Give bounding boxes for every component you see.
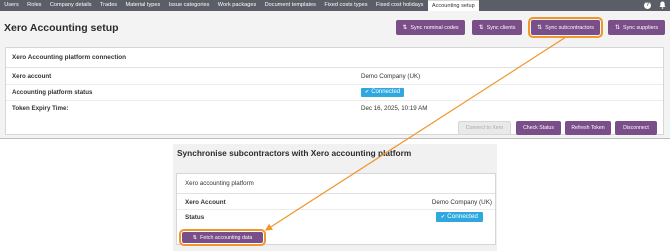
sync-arrows-icon: ⇅	[537, 25, 543, 31]
page-title: Xero Accounting setup	[4, 22, 119, 34]
tab-material-types[interactable]: Material types	[121, 0, 164, 11]
check-icon: ✔	[365, 88, 370, 95]
tab-trades[interactable]: Trades	[96, 0, 122, 11]
tab-issue-categories[interactable]: Issue categories	[165, 0, 214, 11]
check-status-button[interactable]: Check Status	[516, 121, 561, 135]
check-icon: ✔	[440, 214, 446, 221]
sync-arrows-icon: ⇅	[478, 25, 484, 31]
row-label: Accounting platform status	[12, 89, 93, 96]
bell-icon[interactable]	[655, 0, 670, 11]
row-value: Demo Company (UK)	[431, 199, 492, 206]
settings-nav-bar: Users Roles Company details Trades Mater…	[0, 0, 670, 11]
row-value: Demo Company (UK)	[361, 73, 421, 80]
sync-subcontractors-button[interactable]: ⇅ Sync subcontractors	[528, 17, 603, 38]
accounting-setup-screen: Users Roles Company details Trades Mater…	[0, 0, 670, 139]
token-expiry-row: Token Expiry Time: Dec 16, 2025, 10:19 A…	[6, 101, 663, 117]
card-heading: Xero accounting platform	[177, 174, 495, 194]
sync-arrows-icon: ⇅	[402, 25, 408, 31]
tab-fixed-cost-holidays[interactable]: Fixed cost holidays	[372, 0, 428, 11]
row-label: Xero Account	[185, 199, 226, 206]
row-value: Dec 16, 2025, 10:19 AM	[361, 105, 428, 112]
page-title: Synchronise subcontractors with Xero acc…	[177, 148, 412, 158]
sync-suppliers-button[interactable]: ⇅ Sync suppliers	[608, 20, 665, 35]
card-heading: Xero Accounting platform connection	[6, 48, 663, 68]
xero-account-row: Xero Account Demo Company (UK)	[177, 195, 495, 210]
sync-arrows-icon: ⇅	[192, 234, 198, 241]
refresh-token-button[interactable]: Refresh Token	[565, 121, 611, 135]
tab-work-packages[interactable]: Work packages	[214, 0, 261, 11]
tab-accounting-setup[interactable]: Accounting setup	[427, 0, 479, 11]
status-badge: ✔ Connected	[361, 87, 405, 97]
tab-fixed-costs-types[interactable]: Fixed costs types	[320, 0, 372, 11]
row-label: Status	[185, 214, 205, 221]
row-label: Token Expiry Time:	[12, 105, 69, 112]
platform-status-row: Accounting platform status ✔ Connected	[6, 85, 663, 101]
disconnect-button[interactable]: Disconnect	[615, 121, 657, 135]
xero-account-row: Xero account Demo Company (UK)	[6, 69, 663, 85]
tab-roles[interactable]: Roles	[23, 0, 46, 11]
sync-arrows-icon: ⇅	[614, 25, 620, 31]
question-circle-icon[interactable]: ?	[640, 0, 655, 11]
tab-users[interactable]: Users	[0, 0, 23, 11]
sync-nominal-codes-button[interactable]: ⇅ Sync nominal codes	[396, 20, 465, 35]
fetch-accounting-data-button[interactable]: ⇅ Fetch accounting data	[179, 229, 266, 246]
sync-clients-button[interactable]: ⇅ Sync clients	[472, 20, 522, 35]
connect-to-xero-button[interactable]: Connect to Xero	[458, 121, 511, 135]
tab-document-templates[interactable]: Document templates	[260, 0, 320, 11]
synchronise-subcontractors-screen: Synchronise subcontractors with Xero acc…	[173, 144, 497, 251]
status-row: Status ✔ Connected	[177, 210, 495, 225]
row-label: Xero account	[12, 73, 52, 80]
tab-company-details[interactable]: Company details	[46, 0, 96, 11]
status-badge: ✔ Connected	[435, 212, 483, 223]
